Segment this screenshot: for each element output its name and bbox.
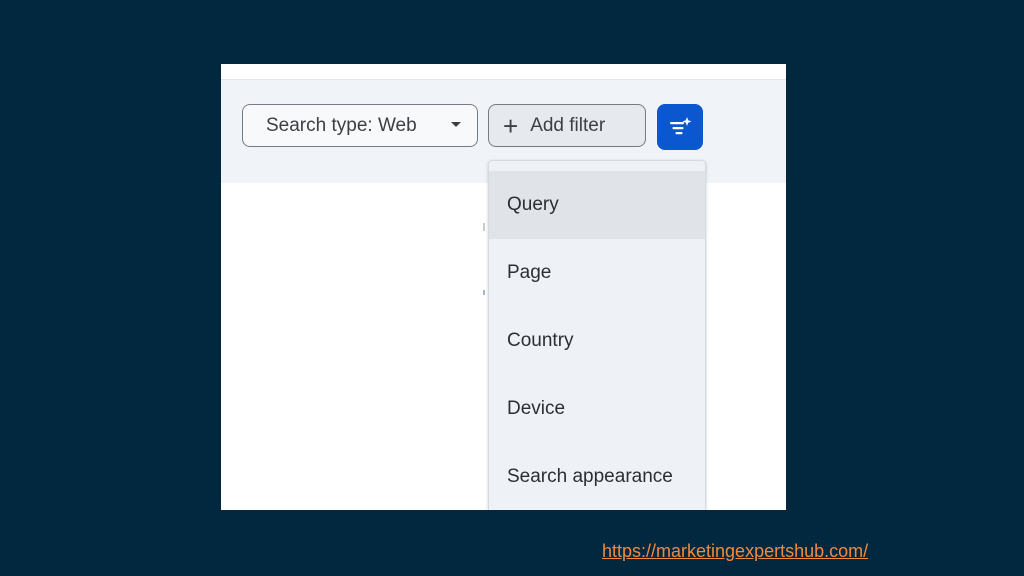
menu-item-device[interactable]: Device (489, 375, 705, 443)
top-bar (221, 64, 786, 80)
menu-item-label: Search appearance (507, 466, 673, 487)
menu-item-label: Page (507, 262, 552, 283)
menu-item-query[interactable]: Query (489, 171, 705, 239)
add-filter-menu: Query Page Country Device Search appeara… (488, 160, 706, 510)
add-filter-label: Add filter (530, 114, 606, 136)
caret-down-icon (451, 122, 461, 127)
search-type-dropdown[interactable]: Search type: Web (242, 104, 478, 147)
menu-item-label: Country (507, 330, 574, 351)
background-marker (483, 290, 485, 295)
plus-icon: + (503, 110, 519, 141)
menu-item-page[interactable]: Page (489, 239, 705, 307)
menu-item-label: Query (507, 194, 559, 215)
filter-sparkle-icon (670, 117, 692, 135)
filter-sparkle-button[interactable] (657, 104, 703, 150)
menu-item-search-appearance[interactable]: Search appearance (489, 443, 705, 510)
background-marker (483, 223, 485, 231)
source-link[interactable]: https://marketingexpertshub.com/ (602, 541, 868, 562)
menu-item-label: Device (507, 398, 566, 419)
menu-item-country[interactable]: Country (489, 307, 705, 375)
add-filter-button[interactable]: + Add filter (488, 104, 646, 147)
search-type-label: Search type: Web (266, 114, 417, 136)
screenshot-panel: Search type: Web + Add filter Query Page… (221, 64, 786, 510)
